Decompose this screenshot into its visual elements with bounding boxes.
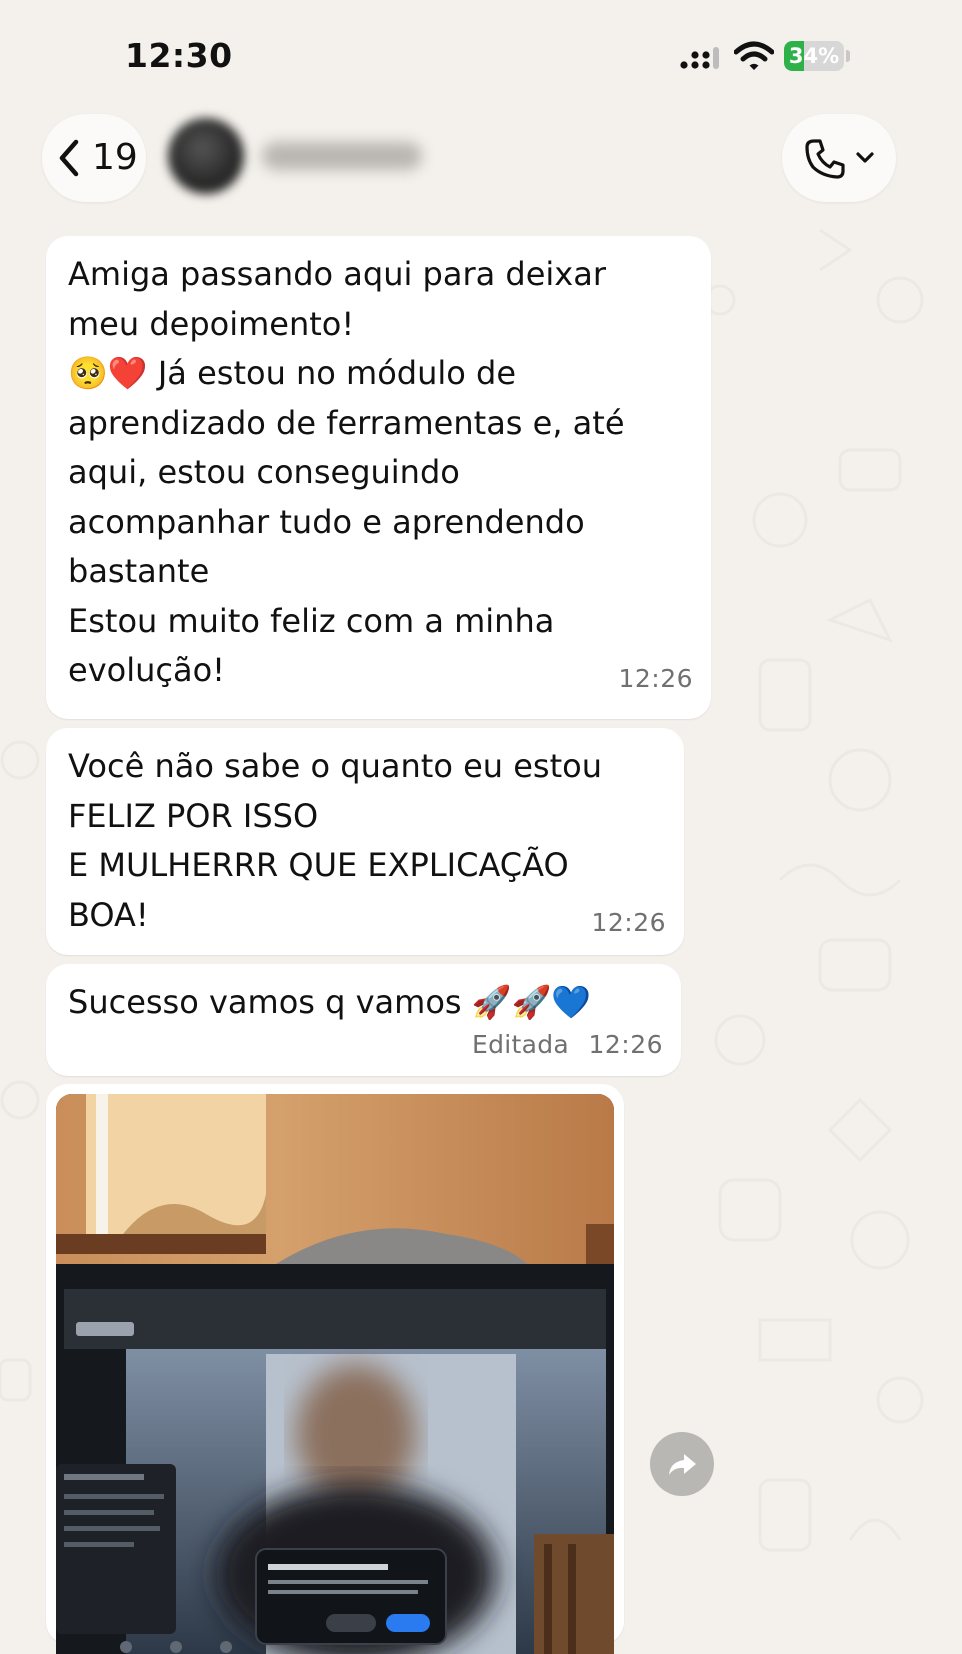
message-line: acompanhar tudo e aprendendo [68, 502, 585, 541]
message-time: 12:26 [588, 1030, 663, 1059]
forward-icon [669, 1454, 696, 1475]
chevron-left-icon [59, 139, 79, 177]
message-line: E MULHERRR QUE EXPLICAÇÃO [68, 846, 569, 884]
message-line: 🥺❤️ Já estou no módulo de [68, 354, 517, 392]
battery-percentage: 34% [788, 44, 840, 68]
cellular-signal-icon [680, 47, 719, 69]
message-line: FELIZ POR ISSO [68, 796, 319, 835]
contact-name[interactable] [262, 142, 422, 170]
status-bar: 12:30 34% [0, 0, 962, 108]
message-text: Você não sabe o quanto eu estou FELIZ PO… [68, 742, 602, 940]
rocket-heart-emojis: 🚀🚀💙 [471, 983, 592, 1021]
message-line: aqui, estou conseguindo [68, 453, 460, 491]
message-bubble[interactable]: Você não sabe o quanto eu estou FELIZ PO… [46, 728, 684, 955]
back-button[interactable]: 19 [42, 114, 146, 202]
message-text: Amiga passando aqui para deixar meu depo… [68, 250, 625, 696]
message-line: Amiga passando aqui para deixar [68, 255, 606, 293]
edited-label: Editada [471, 1030, 569, 1059]
photo-illustration [56, 1094, 614, 1654]
message-line: evolução! [68, 651, 225, 689]
battery-indicator: 34% [784, 41, 844, 71]
message-line: aprendizado de ferramentas e, até [68, 403, 625, 442]
message-line: Sucesso vamos q vamos [68, 983, 462, 1021]
message-bubble[interactable]: Sucesso vamos q vamos 🚀🚀💙 Editada 12:26 [46, 964, 681, 1076]
message-line: meu depoimento! [68, 304, 355, 343]
status-time: 12:30 [125, 36, 233, 75]
battery-terminal [846, 50, 850, 62]
message-bubble[interactable]: Amiga passando aqui para deixar meu depo… [46, 236, 711, 719]
chevron-down-icon [856, 152, 874, 163]
wifi-icon [734, 41, 774, 70]
unread-count: 19 [92, 137, 138, 178]
message-line: Você não sabe o quanto eu estou [68, 747, 602, 785]
call-button[interactable] [782, 114, 896, 202]
photo-laptop-video-call[interactable] [56, 1094, 614, 1654]
phone-icon [805, 139, 845, 179]
message-line: bastante [68, 552, 210, 590]
message-time: 12:26 [618, 664, 693, 693]
message-line: Estou muito feliz com a minha [68, 601, 555, 640]
contact-avatar[interactable] [168, 118, 244, 194]
message-text: Sucesso vamos q vamos 🚀🚀💙 [68, 978, 591, 1028]
image-message[interactable] [46, 1084, 624, 1654]
message-line: BOA! [68, 895, 149, 934]
forward-button[interactable] [650, 1432, 714, 1496]
message-time: 12:26 [591, 908, 666, 937]
